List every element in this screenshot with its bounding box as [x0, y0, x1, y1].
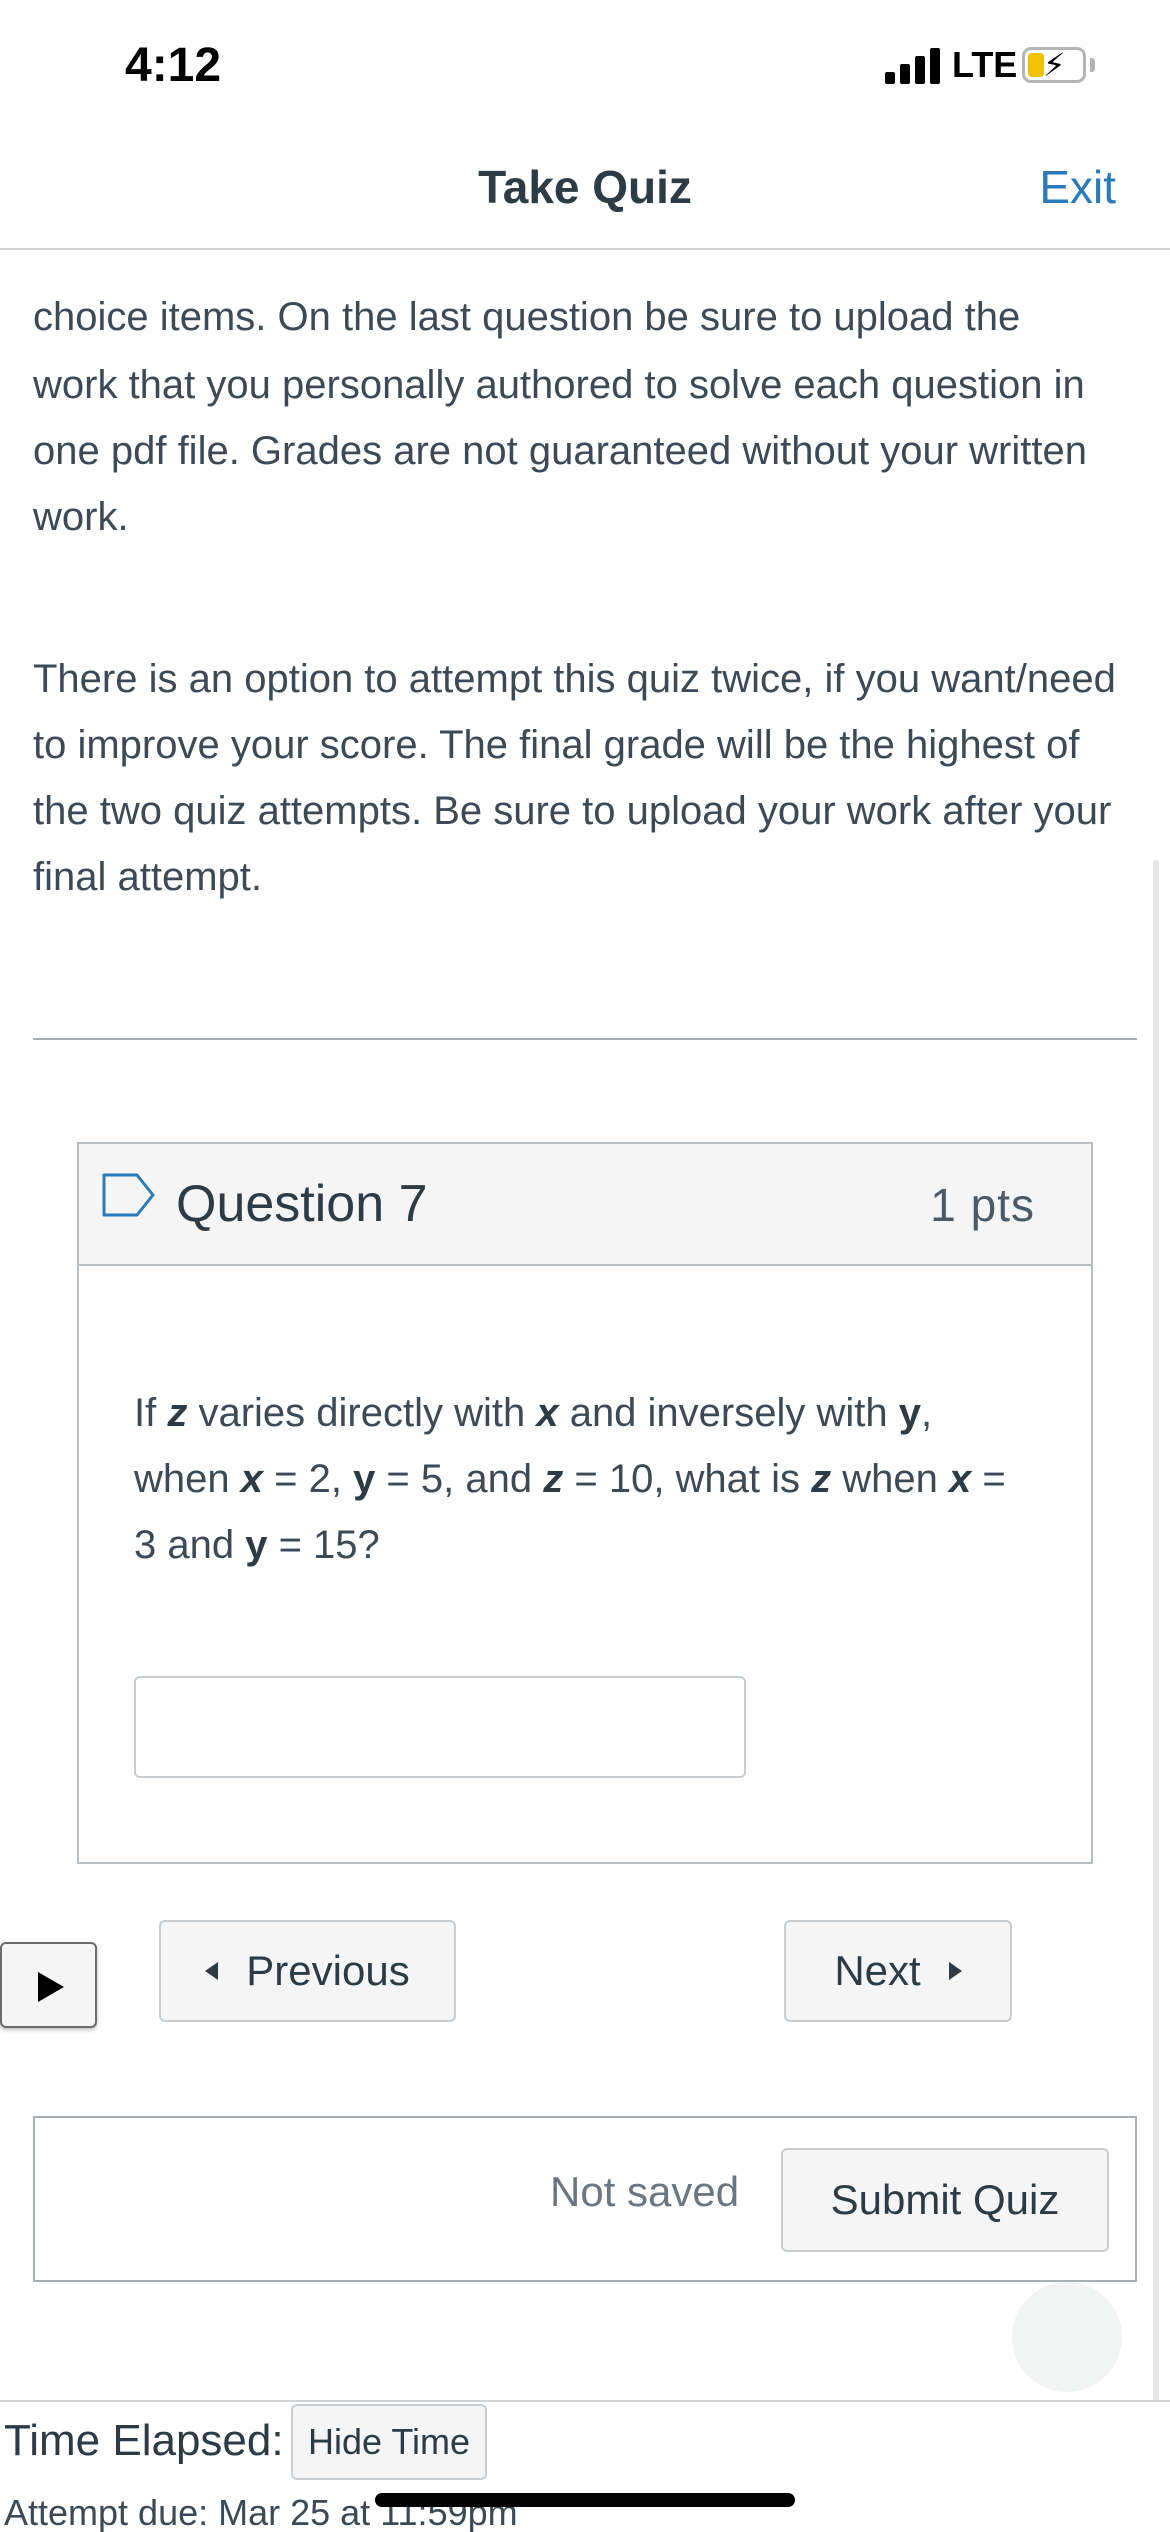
previous-label: Previous — [246, 1947, 410, 1994]
instructions-clipped-line: choice items. On the last question be su… — [0, 252, 1170, 352]
submit-quiz-button[interactable]: Submit Quiz — [781, 2148, 1109, 2252]
signal-icon — [885, 48, 941, 84]
play-button[interactable] — [0, 1942, 97, 2028]
instructions-paragraph-2: There is an option to attempt this quiz … — [33, 657, 1116, 899]
next-button[interactable]: Next — [784, 1920, 1012, 2022]
page-title: Take Quiz — [478, 161, 692, 213]
question-card: Question 7 1 pts If z varies directly wi… — [77, 1142, 1093, 1864]
time-elapsed-label: Time Elapsed: — [4, 2416, 284, 2465]
hide-time-button[interactable]: Hide Time — [291, 2404, 487, 2480]
battery-charging-icon: ⚡ — [1022, 47, 1086, 83]
instructions-partial-line: choice items. On the last question be su… — [33, 295, 1021, 339]
home-indicator[interactable] — [375, 2493, 795, 2507]
question-points: 1 pts — [930, 1179, 1035, 1231]
next-label: Next — [834, 1947, 921, 1994]
exit-button[interactable]: Exit — [1039, 160, 1116, 214]
play-icon — [38, 1972, 64, 2002]
previous-button[interactable]: Previous — [159, 1920, 456, 2022]
divider — [33, 1038, 1137, 1040]
status-time: 4:12 — [125, 39, 222, 92]
scrollbar[interactable] — [1153, 860, 1159, 2460]
question-title: Question 7 — [176, 1175, 428, 1233]
status-bar: 4:12 LTE ⚡ — [0, 0, 1170, 130]
question-text: If z varies directly with x and inversel… — [134, 1391, 1006, 1567]
answer-input[interactable] — [134, 1676, 746, 1778]
nav-bar: Take Quiz Exit — [0, 130, 1170, 250]
network-type: LTE — [952, 44, 1018, 85]
submit-panel: Not saved Submit Quiz — [33, 2116, 1137, 2282]
question-header: Question 7 1 pts — [79, 1144, 1091, 1266]
floating-assist-icon[interactable] — [1012, 2282, 1122, 2392]
instructions-paragraph-1: work that you personally authored to sol… — [33, 363, 1087, 539]
flag-question-icon[interactable] — [101, 1172, 157, 1218]
caret-left-icon — [205, 1962, 219, 1980]
battery-cap — [1090, 58, 1095, 72]
save-status: Not saved — [550, 2168, 740, 2215]
caret-right-icon — [948, 1962, 962, 1980]
timer-footer: Time Elapsed: Attempt due: Mar 25 at 11:… — [0, 2400, 1170, 2532]
